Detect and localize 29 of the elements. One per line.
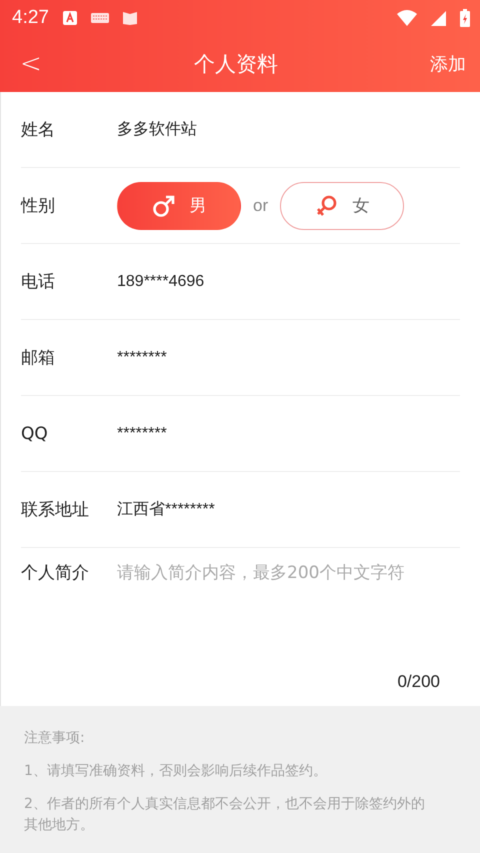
notice-title: 注意事项: <box>24 729 86 748</box>
battery-icon <box>460 9 470 27</box>
wifi-icon <box>397 10 417 26</box>
field-label: 邮箱 <box>21 347 56 369</box>
status-time: 4:27 <box>12 7 49 29</box>
notice-text: 2、作者的所有个人真实信息都不会公开，也不会用于除签约外的其他地方。 <box>24 795 426 835</box>
field-value[interactable]: ******** <box>117 424 167 442</box>
field-label: 个人简介 <box>21 562 90 585</box>
female-symbol-icon <box>314 194 339 218</box>
field-label: 联系地址 <box>21 499 90 521</box>
notice-text: 1、请填写准确资料，否则会影响后续作品签约。 <box>24 762 328 781</box>
field-value[interactable]: 江西省******** <box>117 499 215 520</box>
field-value[interactable]: ******** <box>117 348 167 366</box>
or-text: or <box>253 196 268 216</box>
field-label: 姓名 <box>21 119 56 141</box>
app-notification-icon <box>62 11 77 25</box>
page-title: 个人资料 <box>194 51 278 78</box>
back-button[interactable]: < <box>20 49 42 79</box>
keyboard-icon <box>90 13 109 23</box>
field-label: 电话 <box>21 271 56 293</box>
field-value[interactable]: 189****4696 <box>117 272 204 290</box>
field-label: QQ <box>21 424 49 444</box>
char-counter: 0/200 <box>397 672 440 692</box>
field-value[interactable]: 多多软件站 <box>117 119 197 140</box>
book-icon <box>122 11 137 25</box>
field-label: 性别 <box>21 195 56 217</box>
male-symbol-icon <box>152 194 176 218</box>
gender-option[interactable]: 女 <box>280 182 404 230</box>
signal-icon <box>431 10 446 26</box>
